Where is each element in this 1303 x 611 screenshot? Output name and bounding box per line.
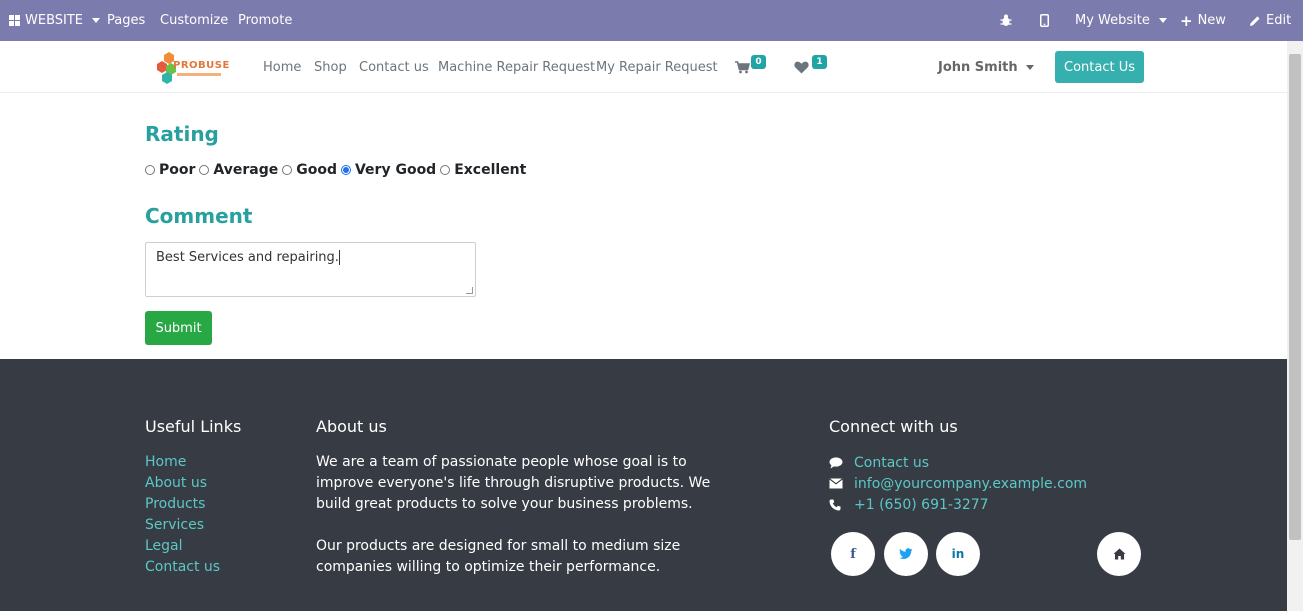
rating-option-very-good[interactable]: Very Good xyxy=(340,162,437,178)
rating-label-excellent: Excellent xyxy=(454,162,527,178)
my-website-menu[interactable]: My Website xyxy=(1075,0,1167,41)
linkedin-button[interactable]: in xyxy=(936,532,980,576)
useful-links-list: Home About us Products Services Legal Co… xyxy=(145,452,220,578)
rating-option-excellent[interactable]: Excellent xyxy=(440,162,526,178)
home-icon xyxy=(1113,548,1125,560)
connect-email-row[interactable]: info@yourcompany.example.com xyxy=(829,473,1087,494)
comment-title: Comment xyxy=(145,204,253,228)
nav-home[interactable]: Home xyxy=(263,41,301,93)
connect-title: Connect with us xyxy=(829,417,958,436)
rating-label-poor: Poor xyxy=(159,162,196,178)
about-paragraph-2: Our products are designed for small to m… xyxy=(316,538,681,575)
website-menu-label: WEBSITE xyxy=(25,13,83,28)
comment-icon xyxy=(829,456,854,469)
twitter-button[interactable] xyxy=(884,532,928,576)
text-cursor xyxy=(338,250,340,265)
company-logo[interactable]: PROBUSE xyxy=(155,50,230,86)
resize-handle[interactable] xyxy=(466,287,473,294)
bug-icon xyxy=(1000,14,1012,26)
rating-options: Poor Average Good Very Good Excellent xyxy=(145,160,530,180)
comment-textarea[interactable]: Best Services and repairing. xyxy=(145,242,476,297)
nav-shop[interactable]: Shop xyxy=(314,41,347,93)
submit-button[interactable]: Submit xyxy=(145,311,212,345)
footer-link-legal[interactable]: Legal xyxy=(145,536,220,557)
useful-links-title: Useful Links xyxy=(145,417,242,436)
rating-option-average[interactable]: Average xyxy=(199,162,278,178)
mobile-icon xyxy=(1040,14,1049,27)
chevron-down-icon xyxy=(1025,64,1034,70)
facebook-button[interactable]: f xyxy=(831,532,875,576)
about-paragraph-1: We are a team of passionate people whose… xyxy=(316,454,711,512)
new-button[interactable]: + New xyxy=(1180,0,1226,41)
customize-menu[interactable]: Customize xyxy=(160,0,228,41)
user-menu[interactable]: John Smith xyxy=(938,41,1034,93)
footer-link-products[interactable]: Products xyxy=(145,494,220,515)
connect-phone-row[interactable]: +1 (650) 691-3277 xyxy=(829,494,1087,515)
about-title: About us xyxy=(316,417,387,436)
linkedin-icon: in xyxy=(951,547,965,561)
user-name: John Smith xyxy=(938,59,1018,75)
nav-machine-repair-request[interactable]: Machine Repair Request xyxy=(438,41,595,93)
edit-button[interactable]: Edit xyxy=(1249,0,1291,41)
rating-option-poor[interactable]: Poor xyxy=(145,162,195,178)
chevron-down-icon xyxy=(92,18,100,23)
footer-link-services[interactable]: Services xyxy=(145,515,220,536)
footer-link-home[interactable]: Home xyxy=(145,452,220,473)
nav-contact-us[interactable]: Contact us xyxy=(359,41,429,93)
rating-option-good[interactable]: Good xyxy=(282,162,337,178)
connect-phone-link[interactable]: +1 (650) 691-3277 xyxy=(854,497,989,513)
my-website-label: My Website xyxy=(1075,13,1150,28)
twitter-icon xyxy=(899,548,913,559)
promote-menu[interactable]: Promote xyxy=(238,0,292,41)
comment-value: Best Services and repairing. xyxy=(156,250,339,265)
cart-button[interactable] xyxy=(735,41,750,93)
envelope-icon xyxy=(829,478,854,489)
website-admin-bar: WEBSITE Pages Customize Promote My Websi… xyxy=(0,0,1303,41)
radio-good[interactable] xyxy=(282,165,293,175)
radio-average[interactable] xyxy=(199,165,210,175)
connect-contact-row[interactable]: Contact us xyxy=(829,452,1087,473)
footer-link-about-us[interactable]: About us xyxy=(145,473,220,494)
site-footer: Useful Links Home About us Products Serv… xyxy=(0,359,1287,611)
home-button[interactable] xyxy=(1097,532,1141,576)
about-text: We are a team of passionate people whose… xyxy=(316,452,746,578)
page-scrollbar-thumb[interactable] xyxy=(1289,54,1301,540)
edit-label: Edit xyxy=(1266,13,1292,28)
rating-title: Rating xyxy=(145,122,219,146)
radio-very-good[interactable] xyxy=(340,165,351,175)
nav-my-repair-request[interactable]: My Repair Request xyxy=(596,41,718,93)
connect-list: Contact us info@yourcompany.example.com … xyxy=(829,452,1087,515)
pencil-icon xyxy=(1250,15,1260,26)
cart-count-badge: 0 xyxy=(751,55,766,69)
logo-tagline-bar xyxy=(177,73,221,76)
heart-icon xyxy=(794,61,809,73)
connect-email-link[interactable]: info@yourcompany.example.com xyxy=(854,476,1087,492)
wishlist-button[interactable] xyxy=(794,41,809,93)
website-menu[interactable]: WEBSITE xyxy=(9,0,100,41)
mobile-preview-button[interactable] xyxy=(1040,0,1049,41)
footer-link-contact-us[interactable]: Contact us xyxy=(145,557,220,578)
contact-us-button[interactable]: Contact Us xyxy=(1055,51,1144,83)
cart-icon xyxy=(735,60,750,73)
rating-label-average: Average xyxy=(213,162,279,178)
radio-excellent[interactable] xyxy=(440,165,451,175)
facebook-icon: f xyxy=(850,546,856,562)
debug-button[interactable] xyxy=(1000,0,1012,41)
wishlist-count-badge: 1 xyxy=(812,55,827,69)
rating-label-very-good: Very Good xyxy=(354,162,437,178)
logo-text: PROBUSE xyxy=(173,60,230,71)
pages-menu[interactable]: Pages xyxy=(107,0,145,41)
plus-icon: + xyxy=(1180,11,1193,30)
connect-contact-link[interactable]: Contact us xyxy=(854,455,929,471)
site-header: PROBUSE Home Shop Contact us Machine Rep… xyxy=(0,41,1287,93)
new-label: New xyxy=(1197,13,1226,28)
apps-grid-icon xyxy=(9,15,20,26)
chevron-down-icon xyxy=(1158,18,1167,23)
rating-label-good: Good xyxy=(296,162,337,178)
phone-icon xyxy=(829,499,854,511)
radio-poor[interactable] xyxy=(145,165,155,175)
